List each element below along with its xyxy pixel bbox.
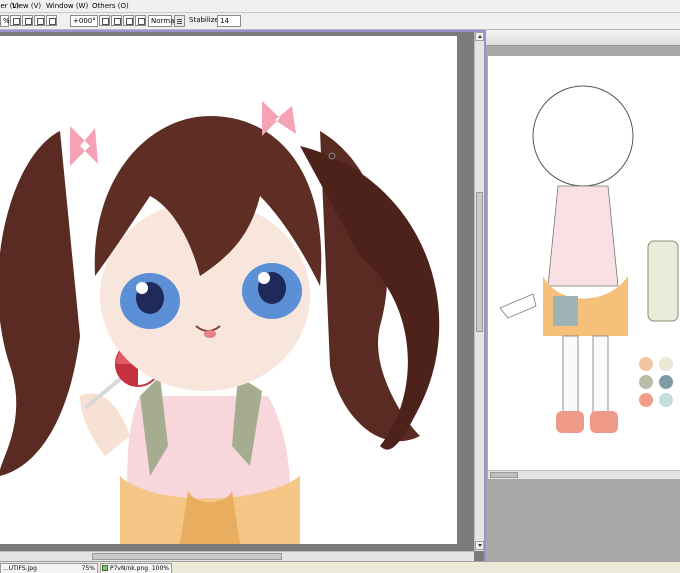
reference-titlebar[interactable]: [486, 30, 680, 46]
reference-window: [486, 30, 680, 561]
blend-mode-select[interactable]: Normal: [148, 15, 176, 27]
chibi-artwork: [0, 101, 440, 544]
document-tab-2-zoom: 100%: [151, 565, 169, 572]
document-tab-2-label: P7vN/nk.png: [110, 565, 149, 572]
document-tab-1-zoom: 75%: [81, 565, 95, 572]
rotate-reset-button[interactable]: [123, 15, 134, 26]
horizontal-scrollbar[interactable]: [0, 551, 474, 561]
menu-window[interactable]: Window (W): [46, 2, 88, 10]
vertical-scroll-thumb[interactable]: [476, 192, 483, 332]
toolbar: % +000° Normal Stabilizer 14: [0, 13, 680, 30]
main-canvas[interactable]: [0, 36, 457, 544]
menu-view[interactable]: View (V): [12, 2, 41, 10]
rotate-right-button[interactable]: [111, 15, 122, 26]
color-swatch[interactable]: [659, 375, 673, 389]
color-swatch[interactable]: [639, 393, 653, 407]
reference-artwork: [499, 85, 679, 433]
zoom-out-button[interactable]: [22, 15, 33, 26]
zoom-field[interactable]: %: [0, 15, 10, 27]
zoom-reset-button[interactable]: [34, 15, 45, 26]
zoom-in-button[interactable]: [10, 15, 21, 26]
canvas-background: [457, 32, 474, 551]
vertical-scrollbar[interactable]: [474, 32, 484, 551]
status-bar: ...UTIFS.jpg 75% P7vN/nk.png 100%: [0, 561, 680, 573]
horizontal-scroll-thumb[interactable]: [92, 553, 282, 560]
main-canvas-window: [0, 30, 486, 561]
up-arrow-icon[interactable]: [475, 32, 484, 41]
document-tab-1[interactable]: ...UTIFS.jpg 75%: [0, 563, 98, 573]
color-swatch[interactable]: [639, 375, 653, 389]
down-arrow-icon[interactable]: [475, 541, 484, 550]
rotation-field[interactable]: +000°: [70, 15, 98, 27]
reference-canvas[interactable]: [488, 56, 680, 470]
menu-bar: Layer (L) View (V) Window (W) Others (O): [0, 0, 680, 13]
color-swatch[interactable]: [639, 357, 653, 371]
menu-others[interactable]: Others (O): [92, 2, 129, 10]
document-tab-2[interactable]: P7vN/nk.png 100%: [100, 563, 172, 573]
document-tab-1-label: ...UTIFS.jpg: [3, 565, 37, 572]
fit-view-button[interactable]: [46, 15, 57, 26]
color-swatch[interactable]: [659, 357, 673, 371]
stabilizer-field[interactable]: 14: [217, 15, 241, 27]
reference-horizontal-scrollbar[interactable]: [488, 470, 680, 479]
flip-button[interactable]: [135, 15, 146, 26]
color-swatches: [639, 357, 673, 407]
rotate-left-button[interactable]: [99, 15, 110, 26]
hamburger-icon[interactable]: [174, 15, 185, 27]
color-swatch[interactable]: [659, 393, 673, 407]
image-icon: [102, 565, 108, 571]
reference-scroll-thumb[interactable]: [490, 472, 518, 478]
